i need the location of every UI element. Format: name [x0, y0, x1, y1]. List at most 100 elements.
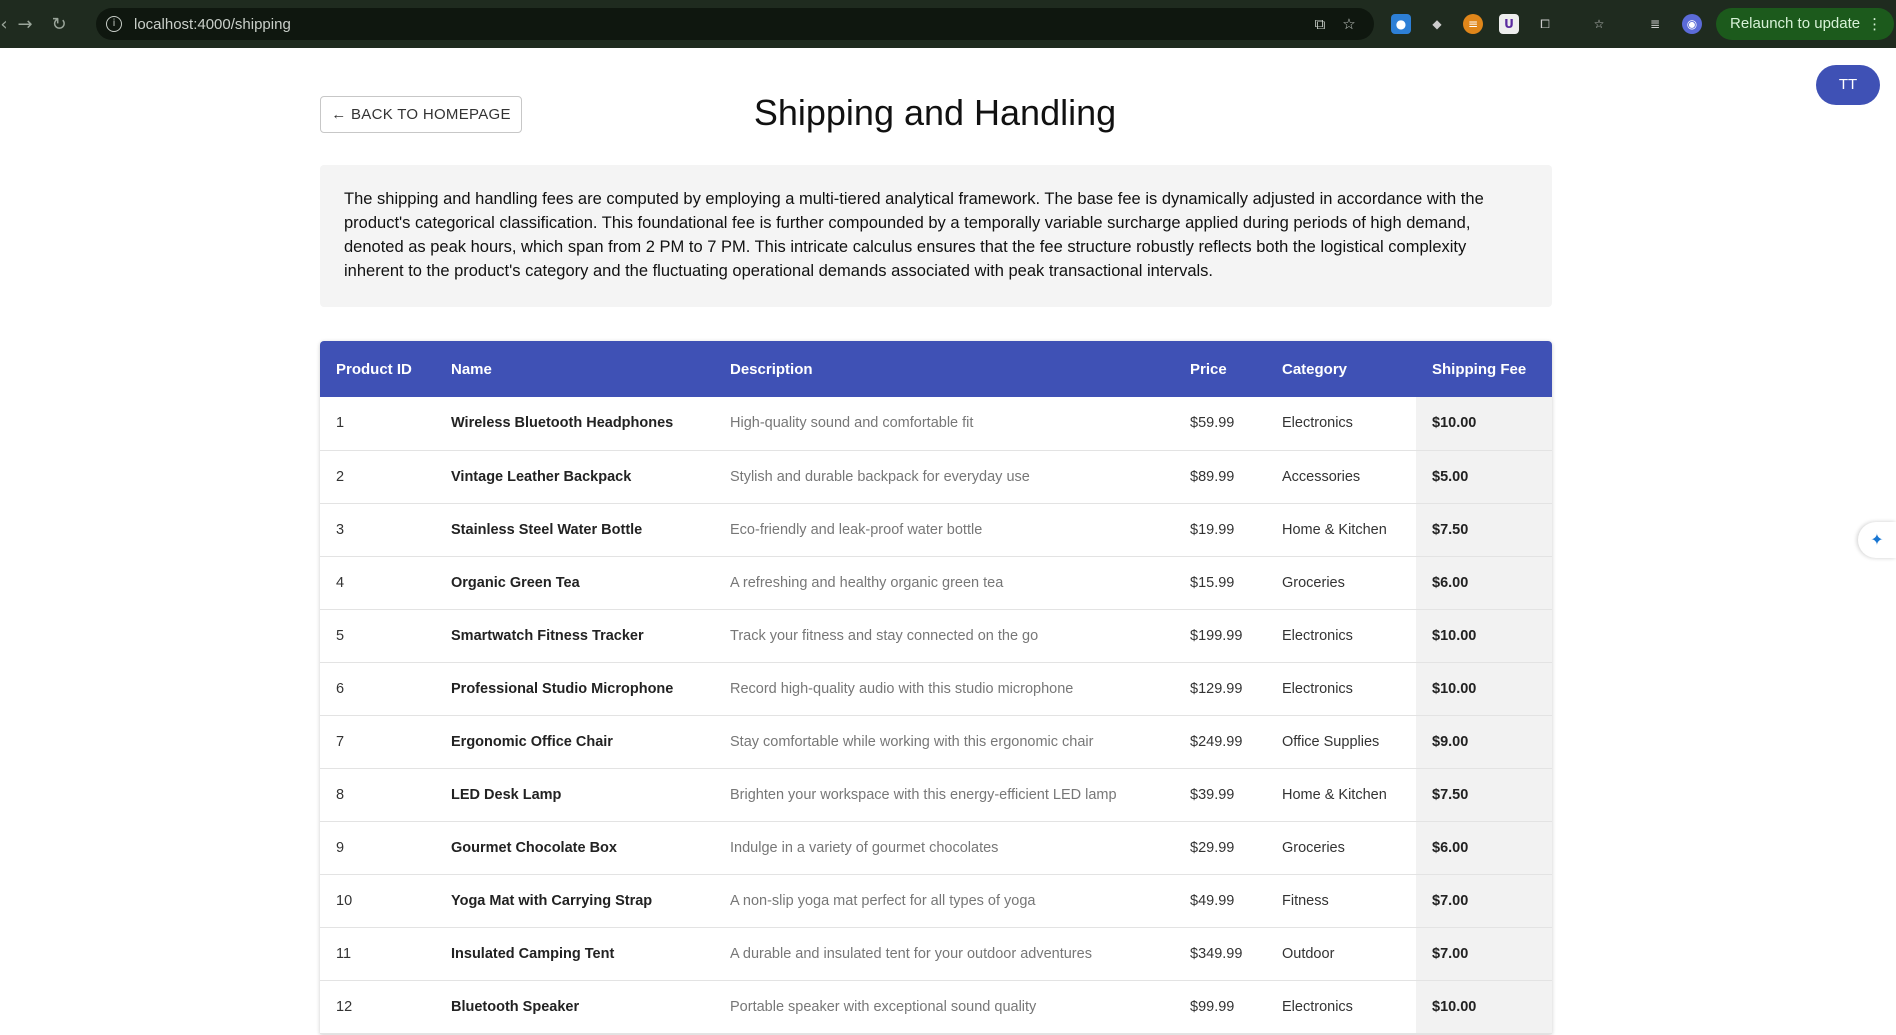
product-name-cell: Smartwatch Fitness Tracker	[435, 609, 714, 663]
reload-icon[interactable]: ↻	[42, 7, 76, 41]
product-price-cell: $99.99	[1174, 980, 1266, 1034]
product-name-cell: Vintage Leather Backpack	[435, 450, 714, 504]
product-name-cell: LED Desk Lamp	[435, 768, 714, 822]
product-category-cell: Electronics	[1266, 609, 1416, 663]
shipping-fee-cell: $7.50	[1416, 768, 1552, 822]
back-to-homepage-button[interactable]: ← BACK TO HOMEPAGE	[320, 96, 522, 133]
product-description-cell: Eco-friendly and leak-proof water bottle	[714, 503, 1174, 557]
profile-icon[interactable]: ◉	[1682, 14, 1702, 34]
product-description-cell: A non-slip yoga mat perfect for all type…	[714, 874, 1174, 928]
product-name-cell: Wireless Bluetooth Headphones	[435, 397, 714, 451]
product-id-cell: 1	[320, 397, 435, 451]
column-header: Shipping Fee	[1432, 360, 1527, 378]
product-price-cell: $19.99	[1174, 503, 1266, 557]
table-row: 8 LED Desk Lamp Brighten your workspace wi…	[320, 768, 1552, 822]
product-description-cell: High-quality sound and comfortable fit	[714, 397, 1174, 451]
column-header: Name	[451, 360, 492, 378]
product-price-cell: $199.99	[1174, 609, 1266, 663]
product-id-cell: 10	[320, 874, 435, 928]
table-row: 1 Wireless Bluetooth Headphones High-quali…	[320, 397, 1552, 451]
product-price-cell: $89.99	[1174, 450, 1266, 504]
product-id-cell: 5	[320, 609, 435, 663]
extensions-puzzle-icon[interactable]: ⧠	[1535, 14, 1555, 34]
table-row: 4 Organic Green Tea A refreshing and healt…	[320, 556, 1552, 610]
product-description-cell: Stay comfortable while working with this…	[714, 715, 1174, 769]
product-price-cell: $29.99	[1174, 821, 1266, 875]
product-category-cell: Electronics	[1266, 980, 1416, 1034]
product-price-cell: $129.99	[1174, 662, 1266, 716]
product-name-cell: Stainless Steel Water Bottle	[435, 503, 714, 557]
relaunch-label: Relaunch to update	[1730, 15, 1861, 32]
column-header: Category	[1282, 360, 1348, 378]
table-row: 11 Insulated Camping Tent A durable and in…	[320, 927, 1552, 981]
back-nav-icon[interactable]: ‹	[0, 7, 8, 41]
site-info-icon[interactable]: i	[106, 16, 122, 32]
menu-dots-icon[interactable]: ⋮	[1867, 8, 1882, 40]
product-price-cell: $49.99	[1174, 874, 1266, 928]
product-id-cell: 7	[320, 715, 435, 769]
product-id-cell: 8	[320, 768, 435, 822]
page-title: Shipping and Handling	[753, 92, 1117, 133]
product-name-cell: Ergonomic Office Chair	[435, 715, 714, 769]
product-category-cell: Home & Kitchen	[1266, 503, 1416, 557]
product-category-cell: Home & Kitchen	[1266, 768, 1416, 822]
address-bar[interactable]: i localhost:4000/shipping ⧉ ☆	[96, 8, 1374, 40]
shipping-fee-cell: $7.00	[1416, 874, 1552, 928]
column-header: Price	[1190, 360, 1227, 378]
product-id-cell: 2	[320, 450, 435, 504]
product-description-cell: A durable and insulated tent for your ou…	[714, 927, 1174, 981]
product-description-cell: Portable speaker with exceptional sound …	[714, 980, 1174, 1034]
table-row: 12 Bluetooth Speaker Portable speaker with…	[320, 980, 1552, 1034]
products-table: Product ID Name Description Price Category Sh…	[320, 341, 1552, 1034]
table-row: 2 Vintage Leather Backpack Stylish and dur…	[320, 450, 1552, 504]
forward-nav-icon[interactable]: →	[8, 7, 42, 41]
shipping-description: The shipping and handling fees are compu…	[320, 165, 1552, 307]
install-app-icon[interactable]: ⧉	[1310, 14, 1330, 34]
shipping-description-text: The shipping and handling fees are compu…	[344, 190, 1484, 280]
table-row: 6 Professional Studio Microphone Record hi…	[320, 662, 1552, 716]
product-id-cell: 9	[320, 821, 435, 875]
url-text[interactable]: localhost:4000/shipping	[134, 16, 291, 33]
bookmark-star-icon[interactable]: ☆	[1339, 14, 1359, 34]
product-category-cell: Office Supplies	[1266, 715, 1416, 769]
shipping-fee-cell: $6.00	[1416, 821, 1552, 875]
product-category-cell: Fitness	[1266, 874, 1416, 928]
shipping-fee-cell: $7.00	[1416, 927, 1552, 981]
product-price-cell: $349.99	[1174, 927, 1266, 981]
extension-drop-icon[interactable]: ●	[1391, 14, 1411, 34]
product-name-cell: Organic Green Tea	[435, 556, 714, 610]
reading-list-icon[interactable]: ≣	[1645, 14, 1665, 34]
assistant-sparkle-icon[interactable]: ✦	[1858, 522, 1896, 558]
shipping-fee-cell: $10.00	[1416, 397, 1552, 451]
product-price-cell: $249.99	[1174, 715, 1266, 769]
product-price-cell: $15.99	[1174, 556, 1266, 610]
product-name-cell: Bluetooth Speaker	[435, 980, 714, 1034]
product-name-cell: Gourmet Chocolate Box	[435, 821, 714, 875]
extension-u-icon[interactable]: U	[1499, 14, 1519, 34]
product-id-cell: 6	[320, 662, 435, 716]
product-description-cell: Brighten your workspace with this energy…	[714, 768, 1174, 822]
shipping-fee-cell: $10.00	[1416, 980, 1552, 1034]
bookmarks-icon[interactable]: ☆	[1589, 14, 1609, 34]
extension-burger-icon[interactable]: ≡	[1463, 14, 1483, 34]
table-row: 3 Stainless Steel Water Bottle Eco-friendl…	[320, 503, 1552, 557]
avatar[interactable]: TT	[1816, 65, 1880, 105]
product-category-cell: Groceries	[1266, 556, 1416, 610]
product-description-cell: A refreshing and healthy organic green t…	[714, 556, 1174, 610]
shipping-fee-cell: $5.00	[1416, 450, 1552, 504]
product-name-cell: Yoga Mat with Carrying Strap	[435, 874, 714, 928]
table-row: 5 Smartwatch Fitness Tracker Track your fi…	[320, 609, 1552, 663]
product-description-cell: Indulge in a variety of gourmet chocolat…	[714, 821, 1174, 875]
product-price-cell: $59.99	[1174, 397, 1266, 451]
column-header: Product ID	[336, 360, 412, 378]
shipping-fee-cell: $10.00	[1416, 662, 1552, 716]
table-row: 9 Gourmet Chocolate Box Indulge in a varie…	[320, 821, 1552, 875]
extension-eraser-icon[interactable]: ◆	[1427, 14, 1447, 34]
product-description-cell: Track your fitness and stay connected on…	[714, 609, 1174, 663]
product-id-cell: 4	[320, 556, 435, 610]
product-description-cell: Stylish and durable backpack for everyda…	[714, 450, 1174, 504]
relaunch-button[interactable]: Relaunch to update ⋮	[1716, 8, 1895, 40]
product-id-cell: 3	[320, 503, 435, 557]
column-header: Description	[730, 360, 813, 378]
shipping-fee-cell: $7.50	[1416, 503, 1552, 557]
